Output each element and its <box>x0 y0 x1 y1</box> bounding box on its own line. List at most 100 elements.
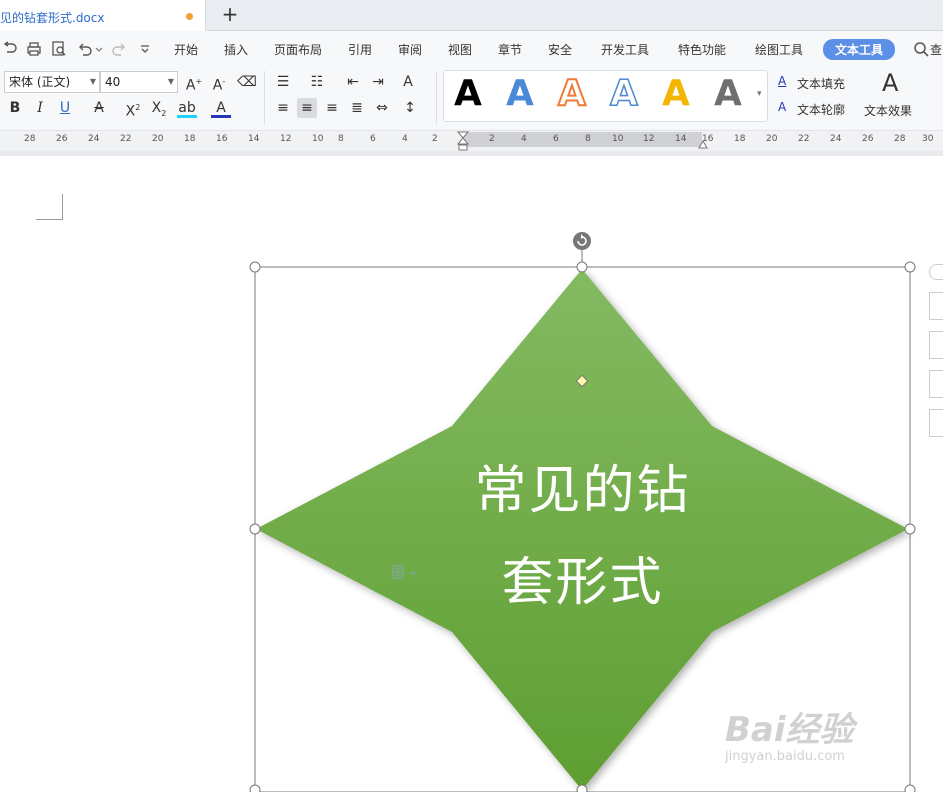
undo-dropdown-icon[interactable] <box>95 41 103 57</box>
resize-handle-top[interactable] <box>576 261 588 273</box>
menu-security[interactable]: 安全 <box>548 41 572 58</box>
bold-icon[interactable]: B <box>5 98 25 118</box>
font-color-icon[interactable]: A <box>211 98 231 118</box>
italic-icon[interactable]: I <box>30 98 50 118</box>
collapse-float-toolbar-icon[interactable] <box>929 264 943 280</box>
menu-developer[interactable]: 开发工具 <box>601 41 649 58</box>
fill-float-icon[interactable] <box>929 370 943 398</box>
font-size-select[interactable]: 40 ▼ <box>100 71 178 93</box>
ruler-number: 6 <box>370 134 376 144</box>
ruler-number: 22 <box>798 134 810 144</box>
superscript-icon[interactable]: X2 <box>123 98 143 120</box>
bullet-list-icon[interactable]: ☰ <box>273 72 293 92</box>
decrease-font-size-icon[interactable]: A- <box>209 72 229 94</box>
text-style-gray[interactable]: A <box>714 73 742 114</box>
justify-icon[interactable]: ≣ <box>347 98 367 118</box>
search-label[interactable]: 查 <box>930 41 942 58</box>
ruler-number: 2 <box>432 134 438 144</box>
text-outline-icon[interactable]: A <box>778 100 786 114</box>
menu-insert[interactable]: 插入 <box>224 41 248 58</box>
redo-icon[interactable] <box>111 41 127 57</box>
print-icon[interactable] <box>26 41 42 57</box>
subscript-icon[interactable]: X2 <box>149 98 169 118</box>
distributed-align-icon[interactable]: ⇔ <box>372 98 392 118</box>
resize-handle-right[interactable] <box>904 523 916 535</box>
text-style-blue[interactable]: A <box>506 73 534 114</box>
text-style-black[interactable]: A <box>454 73 482 114</box>
right-indent-marker-icon[interactable] <box>698 139 708 149</box>
rotate-icon[interactable] <box>573 232 591 250</box>
ruler-text-area <box>462 132 702 147</box>
document-tab-title: 见的钻套形式.docx <box>0 11 105 25</box>
strikethrough-icon[interactable]: A <box>89 98 109 118</box>
align-center-icon[interactable]: ≡ <box>297 98 317 118</box>
text-effect-icon[interactable]: A <box>882 69 898 97</box>
resize-handle-bottom-right[interactable] <box>904 784 916 792</box>
search-icon[interactable] <box>913 41 929 57</box>
resize-handle-left[interactable] <box>249 523 261 535</box>
menu-page-layout[interactable]: 页面布局 <box>274 41 322 58</box>
ribbon-separator <box>436 71 437 125</box>
highlight-icon[interactable]: ab <box>177 98 197 118</box>
increase-font-size-icon[interactable]: A+ <box>184 72 204 94</box>
align-right-icon[interactable]: ≡ <box>322 98 342 118</box>
text-effect-button[interactable]: 文本效果 <box>864 102 912 119</box>
document-tab[interactable]: 见的钻套形式.docx <box>0 0 206 32</box>
ruler-number: 26 <box>56 134 68 144</box>
layout-float-icon[interactable] <box>929 292 943 320</box>
ruler-number: 8 <box>338 134 344 144</box>
shape-text-line-1[interactable]: 常见的钻 <box>440 448 725 523</box>
customize-toolbar-icon[interactable] <box>137 41 153 57</box>
text-style-orange-outline[interactable]: A <box>557 72 587 115</box>
resize-handle-bottom-left[interactable] <box>249 784 261 792</box>
shape-text-line-2[interactable]: 套形式 <box>440 540 725 615</box>
horizontal-ruler[interactable]: 28 26 24 22 20 18 16 14 12 10 8 6 4 2 2 … <box>0 131 943 151</box>
ruler-number: 22 <box>120 134 132 144</box>
align-left-icon[interactable]: ≡ <box>273 98 293 118</box>
ribbon-text-tools: 宋体 (正文) ▼ 40 ▼ A+ A- ⌫ B I U A X2 X2 ab … <box>0 67 943 131</box>
decrease-indent-icon[interactable]: ⇤ <box>343 72 363 92</box>
text-fill-button[interactable]: 文本填充 <box>797 75 845 92</box>
numbered-list-icon[interactable]: ☷ <box>307 72 327 92</box>
new-tab-button[interactable]: + <box>220 3 240 27</box>
redo-history-icon[interactable] <box>2 41 18 57</box>
line-spacing-icon[interactable]: ↕ <box>400 98 420 118</box>
shape-style-float-icon[interactable] <box>929 331 943 359</box>
unsaved-dot-icon <box>186 13 193 20</box>
ribbon-separator <box>264 71 265 125</box>
menu-review[interactable]: 审阅 <box>398 41 422 58</box>
menu-section[interactable]: 章节 <box>498 41 522 58</box>
ruler-number: 20 <box>152 134 164 144</box>
text-style-gallery: A A A A A A ▾ <box>443 70 768 122</box>
resize-handle-top-left[interactable] <box>249 261 261 273</box>
menu-drawing-tools[interactable]: 绘图工具 <box>755 41 803 58</box>
watermark-logo: Bai经验 <box>725 710 854 750</box>
menu-references[interactable]: 引用 <box>348 41 372 58</box>
text-fill-icon[interactable]: A <box>778 74 786 88</box>
ruler-number: 24 <box>830 134 842 144</box>
chevron-down-icon: ▼ <box>89 77 96 86</box>
resize-handle-top-right[interactable] <box>904 261 916 273</box>
ruler-number: 28 <box>894 134 906 144</box>
underline-icon[interactable]: U <box>55 98 75 118</box>
text-outline-button[interactable]: 文本轮廓 <box>797 101 845 118</box>
text-direction-icon[interactable]: A <box>398 72 418 92</box>
menu-text-tools[interactable]: 文本工具 <box>823 39 896 60</box>
clear-format-icon[interactable]: ⌫ <box>237 72 257 92</box>
document-page[interactable]: 常见的钻 套形式 Bai经验 jingyan.baidu.com <box>0 156 943 792</box>
resize-handle-bottom[interactable] <box>576 784 588 792</box>
menu-bar: 开始 插入 页面布局 引用 审阅 视图 章节 安全 开发工具 特色功能 绘图工具… <box>0 31 943 67</box>
indent-marker-icon[interactable] <box>456 131 470 151</box>
outline-float-icon[interactable] <box>929 409 943 437</box>
undo-icon[interactable] <box>77 41 93 57</box>
menu-special-features[interactable]: 特色功能 <box>678 41 726 58</box>
menu-home[interactable]: 开始 <box>174 41 198 58</box>
gallery-more-icon[interactable]: ▾ <box>757 89 762 99</box>
print-preview-icon[interactable] <box>51 41 67 57</box>
font-size-value: 40 <box>105 75 121 89</box>
text-style-gold[interactable]: A <box>662 73 690 114</box>
increase-indent-icon[interactable]: ⇥ <box>368 72 388 92</box>
text-style-blue-outline[interactable]: A <box>609 72 638 115</box>
menu-view[interactable]: 视图 <box>448 41 472 58</box>
font-name-select[interactable]: 宋体 (正文) ▼ <box>4 71 100 93</box>
